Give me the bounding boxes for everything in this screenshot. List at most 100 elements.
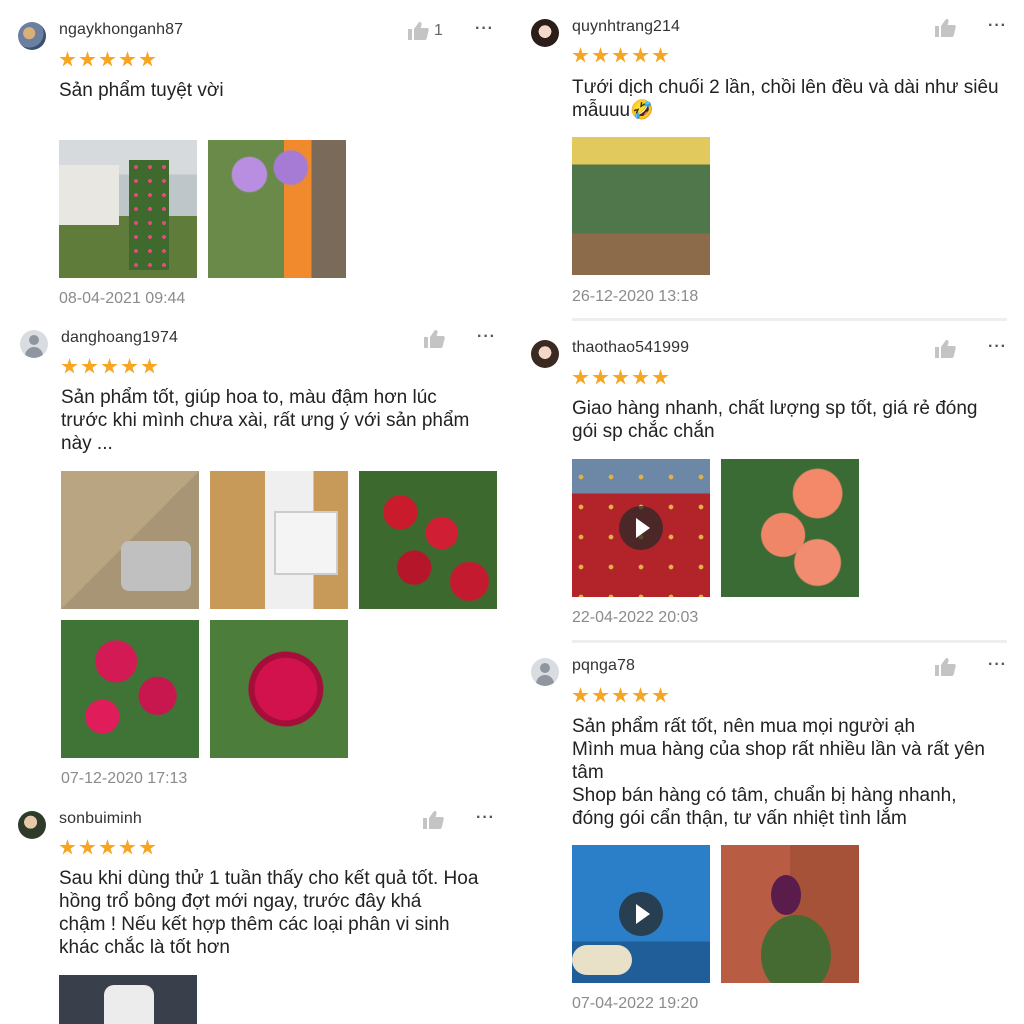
- more-icon[interactable]: ···: [476, 809, 495, 827]
- star-icon: [652, 47, 669, 63]
- more-icon[interactable]: ···: [988, 656, 1007, 674]
- more-icon[interactable]: ···: [988, 338, 1007, 356]
- star-icon: [652, 369, 669, 385]
- reviewer-username[interactable]: pqnga78: [572, 657, 635, 675]
- star-rating: [59, 51, 156, 68]
- thumbs-up-icon[interactable]: [422, 810, 444, 830]
- review-text-line: Sản phẩm rất tốt, nên mua mọi người ạh: [572, 716, 916, 737]
- review-text-line: tâm: [572, 762, 604, 783]
- star-icon: [99, 839, 116, 855]
- star-rating: [61, 358, 158, 375]
- star-icon: [572, 687, 589, 703]
- reviewer-username[interactable]: sonbuiminh: [59, 810, 142, 828]
- review-text-line: mẫuuu🤣: [572, 100, 654, 121]
- review-text-line: Sau khi dùng thử 1 tuần thấy cho kết quả…: [59, 868, 479, 889]
- more-icon[interactable]: ···: [988, 17, 1007, 35]
- thumbs-up-icon[interactable]: [934, 339, 956, 359]
- review-text-line: đóng gói cẩn thận, tư vấn nhiệt tình lắm: [572, 808, 907, 829]
- review-text-line: này ...: [61, 433, 113, 454]
- thumbs-up-icon[interactable]: [423, 329, 445, 349]
- play-icon[interactable]: [619, 506, 663, 550]
- avatar[interactable]: [531, 19, 559, 47]
- star-icon: [139, 51, 156, 67]
- review-photo[interactable]: [572, 137, 710, 275]
- star-icon: [121, 358, 138, 374]
- star-icon: [592, 47, 609, 63]
- avatar[interactable]: [18, 22, 46, 50]
- star-icon: [139, 839, 156, 855]
- star-icon: [141, 358, 158, 374]
- review-text: Sau khi dùng thử 1 tuần thấy cho kết quả…: [59, 867, 478, 959]
- review-text-line: gói sp chắc chắn: [572, 421, 715, 442]
- review-text-line: Shop bán hàng có tâm, chuẩn bị hàng nhan…: [572, 785, 957, 806]
- thumbs-up-icon[interactable]: [934, 657, 956, 677]
- star-icon: [632, 47, 649, 63]
- review-photo[interactable]: [208, 140, 346, 278]
- star-icon: [79, 839, 96, 855]
- star-icon: [592, 369, 609, 385]
- star-rating: [572, 47, 669, 64]
- thumbs-up-icon[interactable]: [934, 18, 956, 38]
- review-text-line: trước khi mình chưa xài, rất ưng ý với s…: [61, 410, 470, 431]
- review-photo[interactable]: [359, 471, 497, 609]
- review-text-line: khác chắc là tốt hơn: [59, 937, 230, 958]
- star-icon: [632, 687, 649, 703]
- more-icon[interactable]: ···: [477, 328, 496, 346]
- review-text-line: Sản phẩm tốt, giúp hoa to, màu đậm hơn l…: [61, 387, 437, 408]
- review-photo[interactable]: [61, 620, 199, 758]
- star-icon: [572, 369, 589, 385]
- star-icon: [79, 51, 96, 67]
- review-photo[interactable]: [721, 845, 859, 983]
- star-icon: [59, 839, 76, 855]
- review-text: Giao hàng nhanh, chất lượng sp tốt, giá …: [572, 397, 977, 443]
- like-count: 1: [434, 22, 443, 39]
- star-icon: [119, 51, 136, 67]
- review-text-line: hồng trổ bông đợt mới ngay, trước đây kh…: [59, 891, 422, 912]
- avatar[interactable]: [531, 658, 559, 686]
- review-timestamp: 08-04-2021 09:44: [59, 290, 186, 307]
- thumbs-up-icon[interactable]: [407, 21, 429, 41]
- review-video[interactable]: [572, 845, 710, 983]
- review-video[interactable]: [572, 459, 710, 597]
- review-photo[interactable]: [59, 975, 197, 1024]
- review-photo[interactable]: [59, 140, 197, 278]
- star-icon: [99, 51, 116, 67]
- star-icon: [612, 687, 629, 703]
- review-text-line: Tưới dịch chuối 2 lần, chồi lên đều và d…: [572, 77, 999, 98]
- star-icon: [612, 47, 629, 63]
- star-icon: [652, 687, 669, 703]
- reviewer-username[interactable]: ngaykhonganh87: [59, 21, 183, 39]
- star-icon: [632, 369, 649, 385]
- star-icon: [59, 51, 76, 67]
- avatar[interactable]: [20, 330, 48, 358]
- star-rating: [572, 369, 669, 386]
- review-photo[interactable]: [210, 620, 348, 758]
- review-photo[interactable]: [721, 459, 859, 597]
- avatar[interactable]: [18, 811, 46, 839]
- star-icon: [101, 358, 118, 374]
- review-photo[interactable]: [210, 471, 348, 609]
- reviewer-username[interactable]: danghoang1974: [61, 329, 178, 347]
- star-rating: [572, 687, 669, 704]
- reviewer-username[interactable]: thaothao541999: [572, 339, 689, 357]
- review-text: Sản phẩm rất tốt, nên mua mọi người ạh M…: [572, 715, 985, 830]
- review-text-line: Giao hàng nhanh, chất lượng sp tốt, giá …: [572, 398, 978, 419]
- review-timestamp: 07-12-2020 17:13: [61, 770, 188, 787]
- avatar[interactable]: [531, 340, 559, 368]
- star-icon: [81, 358, 98, 374]
- star-icon: [612, 369, 629, 385]
- review-text-line: Mình mua hàng của shop rất nhiều lần và …: [572, 739, 985, 760]
- review-text: Sản phẩm tốt, giúp hoa to, màu đậm hơn l…: [61, 386, 469, 455]
- more-icon[interactable]: ···: [475, 20, 494, 38]
- review-text: Tưới dịch chuối 2 lần, chồi lên đều và d…: [572, 76, 999, 122]
- play-icon[interactable]: [619, 892, 663, 936]
- review-timestamp: 26-12-2020 13:18: [572, 288, 699, 305]
- review-photo[interactable]: [61, 471, 199, 609]
- review-divider: [572, 640, 1007, 643]
- reviewer-username[interactable]: quynhtrang214: [572, 18, 680, 36]
- star-rating: [59, 839, 156, 856]
- review-timestamp: 22-04-2022 20:03: [572, 609, 699, 626]
- star-icon: [61, 358, 78, 374]
- review-text-line: chậm ! Nếu kết hợp thêm các loại phân vi…: [59, 914, 450, 935]
- review-text: Sản phẩm tuyệt vời: [59, 80, 224, 101]
